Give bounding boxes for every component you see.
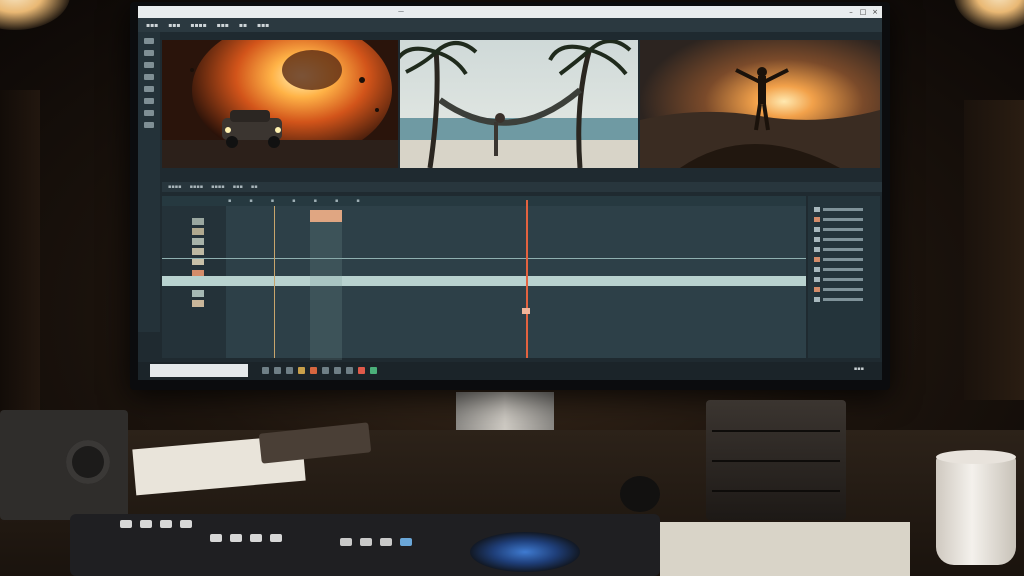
preview-sunset-silhouette[interactable] <box>640 40 880 168</box>
lamp-glow-right <box>954 0 1024 30</box>
timeline-tab[interactable]: ▪▪▪▪ <box>211 184 225 190</box>
preview-explosion[interactable] <box>162 40 398 168</box>
zoom-tool-icon[interactable] <box>144 98 154 104</box>
timeline-tabs: ▪▪▪▪ ▪▪▪▪ ▪▪▪▪ ▪▪▪ ▪▪ <box>162 182 882 192</box>
maximize-icon[interactable]: □ <box>858 7 868 17</box>
menu-item[interactable]: ▪▪ <box>239 22 247 29</box>
control-surface-jog-display <box>470 532 580 572</box>
playhead-handle[interactable] <box>522 308 530 314</box>
preview-beach-hammock[interactable] <box>400 40 638 168</box>
project-item[interactable] <box>814 226 863 232</box>
pen-tool-icon[interactable] <box>144 74 154 80</box>
menu-item[interactable]: ▪▪▪ <box>168 22 180 29</box>
track-thumbnail[interactable] <box>192 258 204 265</box>
track-thumbnail[interactable] <box>192 290 204 297</box>
taskbar-app-icon[interactable] <box>322 367 329 374</box>
mouse <box>620 476 660 512</box>
close-icon[interactable]: × <box>870 7 880 17</box>
project-item[interactable] <box>814 276 863 282</box>
track-divider <box>162 258 806 259</box>
coffee-mug <box>936 455 1016 565</box>
menu-item[interactable]: ▪▪▪ <box>217 22 229 29</box>
timeline-tab[interactable]: ▪▪▪▪ <box>190 184 204 190</box>
background-shelf-left <box>0 90 40 410</box>
taskbar-app-icon[interactable] <box>334 367 341 374</box>
paper-sheet-right <box>660 522 910 576</box>
playhead[interactable] <box>526 200 528 358</box>
taskbar-app-icon[interactable] <box>358 367 365 374</box>
tool-icon[interactable] <box>144 122 154 128</box>
slip-tool-icon[interactable] <box>144 62 154 68</box>
lamp-glow-left <box>0 0 70 30</box>
timeline-ruler[interactable]: ▪ ▪ ▪ ▪ ▪ ▪ ▪ <box>162 196 806 206</box>
project-panel <box>808 196 880 358</box>
clip-marker[interactable] <box>310 210 342 222</box>
track-thumbnail[interactable] <box>192 238 204 245</box>
menu-bar: ▪▪▪ ▪▪▪ ▪▪▪▪ ▪▪▪ ▪▪ ▪▪▪ <box>138 18 882 32</box>
project-item[interactable] <box>814 286 863 292</box>
menu-item[interactable]: ▪▪▪ <box>257 22 269 29</box>
window-titlebar: — – □ × <box>138 6 882 18</box>
timeline-tab[interactable]: ▪▪▪▪ <box>168 184 182 190</box>
taskbar-app-icon[interactable] <box>370 367 377 374</box>
taskbar-app-icon[interactable] <box>298 367 305 374</box>
tool-strip <box>138 32 160 332</box>
selected-track[interactable] <box>162 276 806 286</box>
speaker-cone <box>66 440 110 484</box>
taskbar-app-icon[interactable] <box>262 367 269 374</box>
menu-item[interactable]: ▪▪▪▪ <box>190 22 206 29</box>
project-item[interactable] <box>814 216 863 222</box>
taskbar-search-input[interactable] <box>150 364 248 377</box>
timeline-panel[interactable]: ▪ ▪ ▪ ▪ ▪ ▪ ▪ <box>162 196 806 360</box>
background-shelf-right <box>964 100 1024 400</box>
window-title: — <box>398 8 404 15</box>
in-point-guide <box>274 206 275 358</box>
monitor-screen: — – □ × ▪▪▪ ▪▪▪ ▪▪▪▪ ▪▪▪ ▪▪ ▪▪▪ ▪▪▪▪ ▪▪▪… <box>138 6 882 380</box>
track-thumbnail[interactable] <box>192 248 204 255</box>
timeline-tab[interactable]: ▪▪ <box>251 184 258 190</box>
hand-tool-icon[interactable] <box>144 86 154 92</box>
timeline-tab[interactable]: ▪▪▪ <box>233 184 243 190</box>
track-thumbnail[interactable] <box>192 218 204 225</box>
taskbar-app-icon[interactable] <box>274 367 281 374</box>
project-item[interactable] <box>814 266 863 272</box>
selected-clip-region[interactable] <box>310 210 342 360</box>
taskbar-app-icon[interactable] <box>346 367 353 374</box>
os-taskbar: ▪▪▪ <box>138 362 882 380</box>
menu-item[interactable]: ▪▪▪ <box>146 22 158 29</box>
taskbar-app-icon[interactable] <box>286 367 293 374</box>
project-item[interactable] <box>814 236 863 242</box>
text-tool-icon[interactable] <box>144 110 154 116</box>
project-item[interactable] <box>814 206 863 212</box>
coffee-mug-rim <box>936 450 1016 464</box>
taskbar-app-icon[interactable] <box>310 367 317 374</box>
project-item[interactable] <box>814 246 863 252</box>
track-thumbnail[interactable] <box>192 228 204 235</box>
project-item[interactable] <box>814 256 863 262</box>
razor-tool-icon[interactable] <box>144 50 154 56</box>
minimize-icon[interactable]: – <box>846 7 856 17</box>
select-tool-icon[interactable] <box>144 38 154 44</box>
track-thumbnail[interactable] <box>192 300 204 307</box>
project-item[interactable] <box>814 296 863 302</box>
taskbar-clock: ▪▪▪ <box>853 366 864 372</box>
